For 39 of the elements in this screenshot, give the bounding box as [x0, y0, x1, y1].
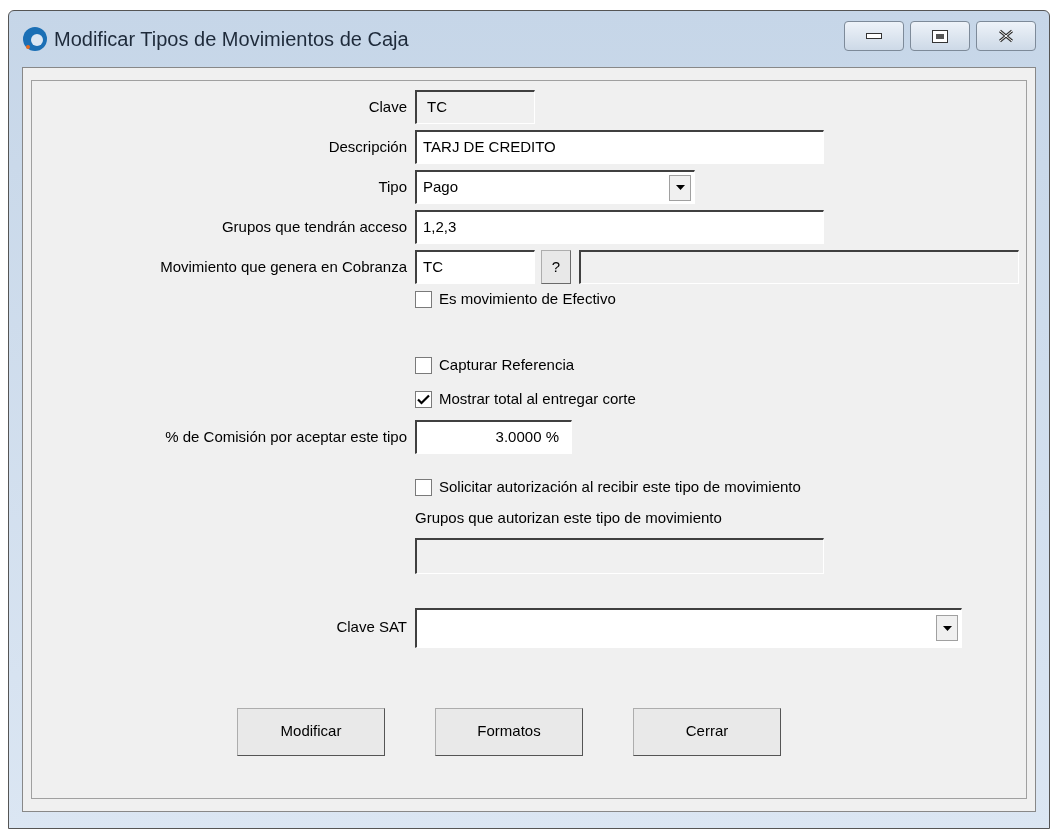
- field-label: Tipo: [378, 176, 407, 197]
- dropdown-field[interactable]: Pago: [415, 170, 695, 204]
- window-title: Modificar Tipos de Movimientos de Caja: [54, 27, 409, 52]
- text-field[interactable]: TC: [415, 250, 535, 284]
- percent-field[interactable]: 3.0000 %: [415, 420, 572, 454]
- checkbox[interactable]: [415, 478, 432, 496]
- text-field[interactable]: TARJ DE CREDITO: [415, 130, 824, 164]
- checkbox[interactable]: [415, 390, 432, 408]
- checkbox-label: Es movimiento de Efectivo: [439, 288, 616, 309]
- maximize-button[interactable]: [910, 21, 970, 51]
- checkbox[interactable]: [415, 290, 432, 308]
- field-label: Movimiento que genera en Cobranza: [160, 256, 407, 277]
- field-label: % de Comisión por aceptar este tipo: [165, 426, 407, 447]
- dialog-button[interactable]: Cerrar: [633, 707, 781, 756]
- close-button[interactable]: [976, 21, 1036, 51]
- groups-label: Grupos que autorizan este tipo de movimiento: [415, 508, 723, 528]
- dropdown-button[interactable]: [669, 174, 691, 201]
- field-label: Descripción: [328, 136, 407, 157]
- dialog-button[interactable]: Formatos: [435, 707, 583, 756]
- checkbox-label: Mostrar total al entregar corte: [439, 388, 636, 409]
- caret-icon: [675, 185, 685, 190]
- field-label: Clave: [368, 96, 407, 117]
- dropdown-field[interactable]: [415, 607, 962, 648]
- app-logo-icon: [22, 26, 48, 52]
- dialog-button[interactable]: Modificar: [237, 707, 385, 756]
- checkmark-icon: [417, 393, 430, 405]
- lookup-button[interactable]: ?: [541, 250, 571, 284]
- checkbox[interactable]: [415, 356, 432, 374]
- caret-icon: [942, 625, 952, 631]
- minimize-icon: [866, 32, 882, 40]
- field-label: Grupos que tendrán acceso: [221, 216, 407, 237]
- minimize-button[interactable]: [844, 21, 904, 51]
- maximize-icon: [932, 29, 948, 43]
- close-icon: [997, 29, 1015, 43]
- text-field[interactable]: 1,2,3: [415, 210, 824, 244]
- field-label: Clave SAT: [336, 617, 407, 638]
- checkbox-label: Solicitar autorización al recibir este tipo de movimiento: [439, 476, 801, 497]
- checkbox-label: Capturar Referencia: [439, 354, 575, 375]
- dropdown-button[interactable]: [936, 615, 958, 641]
